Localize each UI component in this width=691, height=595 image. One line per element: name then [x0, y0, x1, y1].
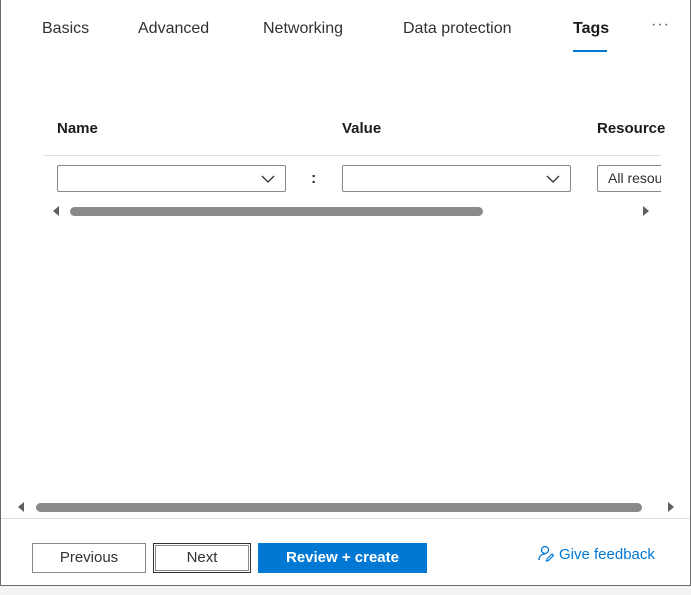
- column-header-name: Name: [57, 120, 98, 137]
- scroll-right-icon[interactable]: [668, 502, 674, 512]
- tab-networking[interactable]: Networking: [263, 20, 343, 38]
- table-header-divider: [43, 155, 661, 156]
- scroll-right-icon[interactable]: [643, 206, 649, 216]
- table-scrollbar-thumb[interactable]: [70, 207, 483, 216]
- scroll-left-icon[interactable]: [18, 502, 24, 512]
- scroll-left-icon[interactable]: [53, 206, 59, 216]
- page-scrollbar-thumb[interactable]: [36, 503, 642, 512]
- review-create-button[interactable]: Review + create: [258, 543, 427, 573]
- tag-name-dropdown[interactable]: [57, 165, 286, 192]
- previous-button[interactable]: Previous: [32, 543, 146, 573]
- active-tab-indicator: [573, 50, 607, 52]
- give-feedback-label: Give feedback: [559, 546, 655, 563]
- tab-basics[interactable]: Basics: [42, 20, 89, 38]
- resource-dropdown[interactable]: All resources: [597, 165, 661, 192]
- next-button[interactable]: Next: [153, 543, 251, 573]
- column-header-resource: Resource: [597, 120, 666, 137]
- resource-cell: All resources: [597, 165, 661, 192]
- tab-bar: Basics Advanced Networking Data protecti…: [1, 0, 690, 60]
- give-feedback-link[interactable]: Give feedback: [537, 544, 655, 563]
- more-tabs-icon[interactable]: ···: [651, 16, 670, 34]
- tab-advanced[interactable]: Advanced: [138, 20, 209, 38]
- tab-tags[interactable]: Tags: [573, 20, 609, 38]
- chevron-down-icon: [546, 175, 560, 183]
- name-value-separator: :: [311, 170, 317, 187]
- column-header-value: Value: [342, 120, 382, 137]
- create-resource-panel: Basics Advanced Networking Data protecti…: [0, 0, 691, 586]
- feedback-icon: [538, 545, 555, 562]
- tag-value-dropdown[interactable]: [342, 165, 571, 192]
- page-horizontal-scrollbar[interactable]: [11, 499, 681, 515]
- footer-divider: [1, 518, 690, 519]
- tab-data-protection[interactable]: Data protection: [403, 20, 512, 38]
- table-horizontal-scrollbar[interactable]: [43, 203, 661, 219]
- chevron-down-icon: [261, 175, 275, 183]
